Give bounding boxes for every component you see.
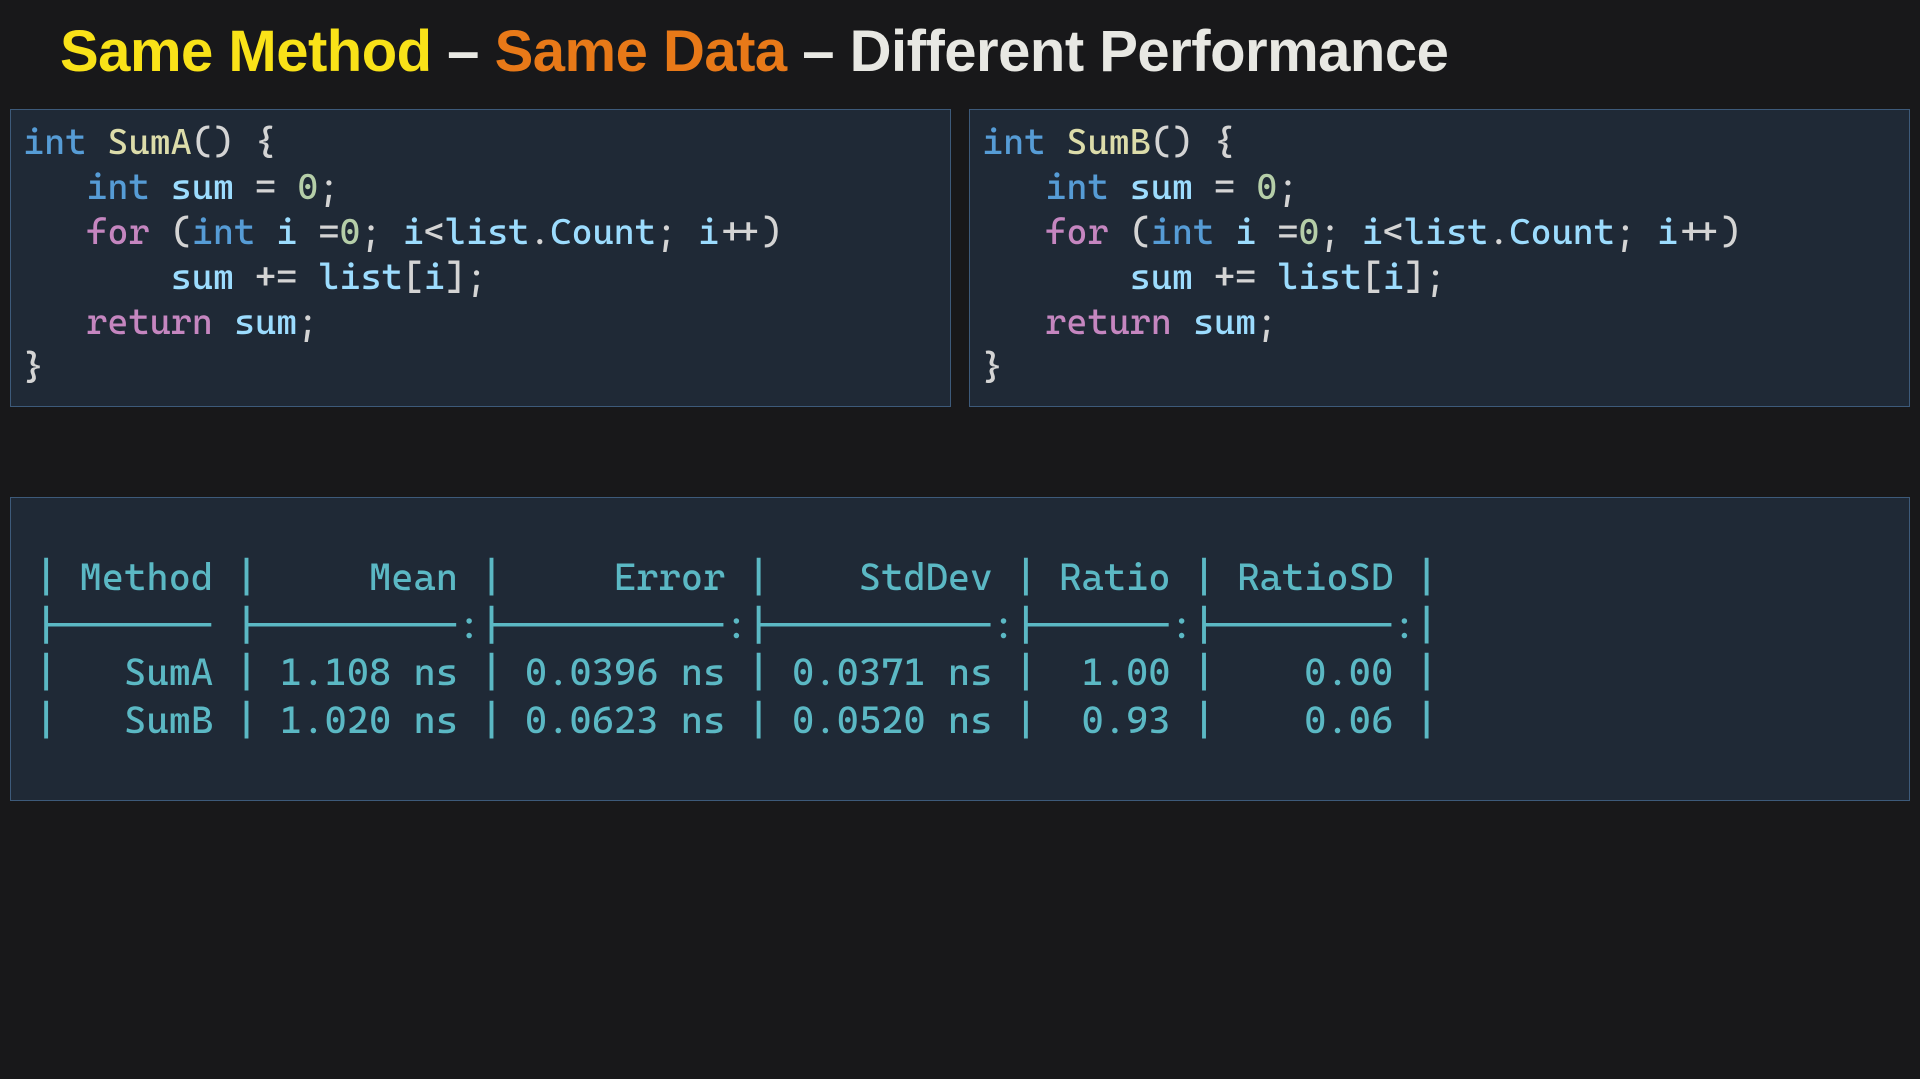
code-line: return sum;	[23, 300, 938, 345]
code-line: int SumA() {	[23, 120, 938, 165]
slide-title: Same Method – Same Data – Different Perf…	[0, 0, 1920, 109]
code-line: for (int i =0; i<list.Count; i++)	[982, 210, 1897, 255]
title-part-data: Same Data	[495, 19, 787, 84]
code-block-suma: int SumA() { int sum = 0; for (int i =0;…	[10, 109, 951, 407]
benchmark-row: | SumB | 1.020 ns | 0.0623 ns | 0.0520 n…	[35, 697, 1885, 745]
code-line: int sum = 0;	[23, 165, 938, 210]
code-block-sumb: int SumB() { int sum = 0; for (int i =0;…	[969, 109, 1910, 407]
code-line: int SumB() {	[982, 120, 1897, 165]
code-line: int sum = 0;	[982, 165, 1897, 210]
code-line: return sum;	[982, 300, 1897, 345]
code-line: sum += list[i];	[23, 255, 938, 300]
title-separator-1: –	[432, 19, 495, 84]
benchmark-row: | Method | Mean | Error | StdDev | Ratio…	[35, 554, 1885, 602]
code-row: int SumA() { int sum = 0; for (int i =0;…	[0, 109, 1920, 407]
code-line: for (int i =0; i<list.Count; i++)	[23, 210, 938, 255]
title-part-method: Same Method	[60, 19, 432, 84]
benchmark-row: | SumA | 1.108 ns | 0.0396 ns | 0.0371 n…	[35, 649, 1885, 697]
benchmark-table: | Method | Mean | Error | StdDev | Ratio…	[10, 497, 1910, 801]
code-line: }	[23, 345, 938, 390]
title-separator-2: –	[787, 19, 850, 84]
title-part-performance: Different Performance	[850, 19, 1449, 84]
code-line: sum += list[i];	[982, 255, 1897, 300]
code-line: }	[982, 345, 1897, 390]
benchmark-row: |------- |---------:|----------:|-------…	[35, 602, 1885, 650]
